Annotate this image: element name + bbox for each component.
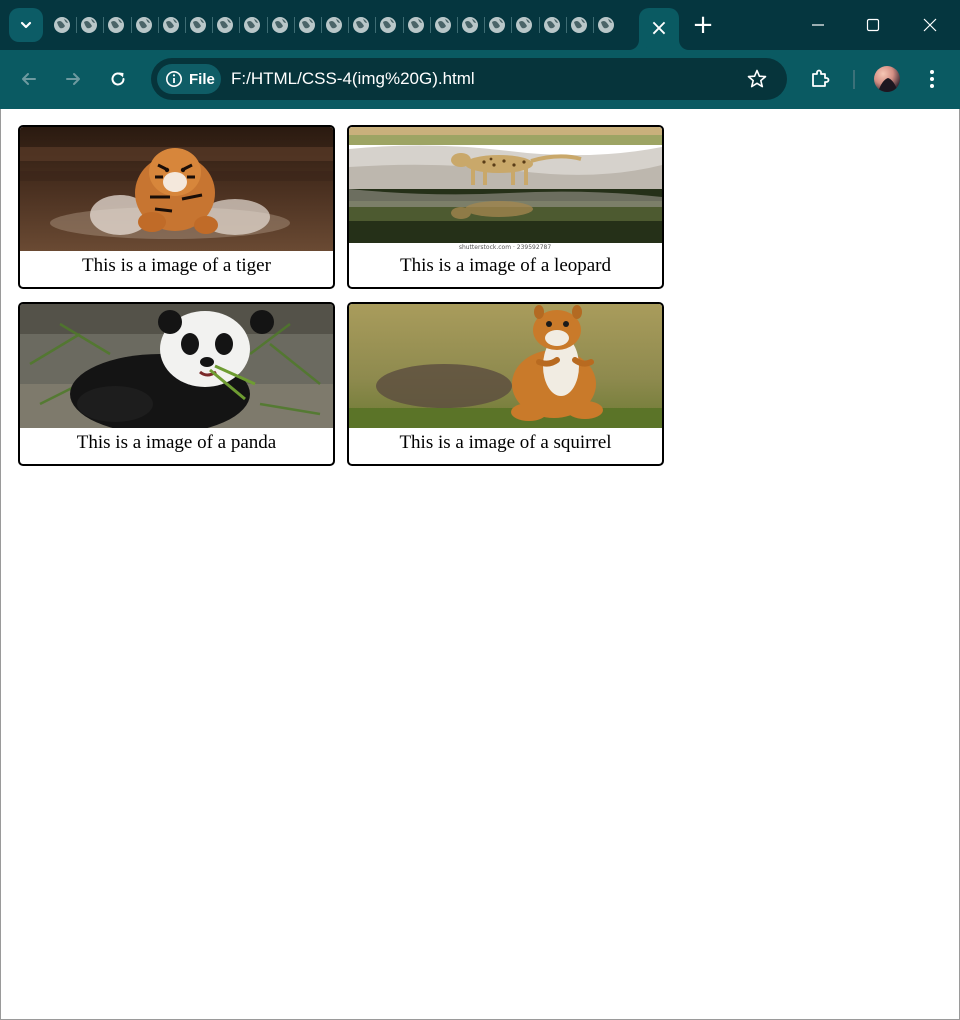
maximize-button[interactable]	[845, 0, 901, 50]
tab-separator	[538, 17, 540, 33]
plus-icon: +	[692, 10, 714, 40]
reload-button[interactable]	[101, 62, 135, 96]
active-tab[interactable]: ×	[639, 8, 679, 50]
caption-squirrel: This is a image of a squirrel	[399, 432, 612, 453]
tab-close-icon[interactable]: ×	[650, 18, 668, 40]
toolbar-separator	[853, 70, 855, 89]
menu-button[interactable]	[915, 62, 949, 96]
tab-separator	[593, 17, 594, 33]
tab-globe-icon[interactable]	[189, 16, 207, 34]
url-text[interactable]: F:/HTML/CSS-4(img%20G).html	[231, 58, 475, 100]
puzzle-icon	[812, 69, 830, 87]
tab-globe-icon[interactable]	[325, 16, 343, 34]
extensions-button[interactable]	[803, 62, 837, 96]
tab-separator	[429, 17, 431, 33]
tab-globe-icon[interactable]	[488, 16, 506, 34]
tab-separator	[457, 17, 458, 33]
tab-globe-icon[interactable]	[543, 16, 561, 34]
chevron-down-icon	[20, 21, 32, 29]
tab-globe-icon[interactable]	[407, 16, 425, 34]
tab-separator	[103, 17, 105, 33]
watermark-text: shutterstock.com · 239592787	[459, 244, 552, 251]
browser-toolbar: File F:/HTML/CSS-4(img%20G).html	[0, 50, 960, 109]
caption-tiger: This is a image of a tiger	[82, 255, 271, 276]
tab-separator	[402, 17, 404, 33]
address-bar[interactable]: File F:/HTML/CSS-4(img%20G).html	[151, 58, 787, 100]
minimize-button[interactable]	[790, 0, 846, 50]
tab-globe-icon[interactable]	[515, 16, 533, 34]
leopard-image: shutterstock.com · 239592787	[349, 127, 662, 251]
info-icon	[166, 71, 182, 87]
back-button[interactable]	[12, 62, 46, 96]
tab-globe-icon[interactable]	[379, 16, 397, 34]
tab-globe-icon[interactable]	[53, 16, 71, 34]
caption-panda: This is a image of a panda	[76, 432, 277, 453]
tab-globe-icon[interactable]	[80, 16, 98, 34]
tab-globe-icon[interactable]	[352, 16, 370, 34]
bookmark-button[interactable]	[745, 67, 769, 91]
tab-strip: × +	[0, 0, 960, 50]
tab-separator	[157, 17, 159, 33]
avatar[interactable]	[874, 66, 900, 92]
tab-separator	[239, 17, 241, 33]
tab-separator	[321, 17, 322, 33]
tab-separator	[185, 17, 186, 33]
minimize-icon	[812, 24, 824, 26]
tab-separator	[375, 17, 377, 33]
forward-button[interactable]	[56, 62, 90, 96]
tab-search-button[interactable]	[9, 8, 43, 42]
squirrel-image	[349, 304, 662, 428]
new-tab-button[interactable]: +	[688, 10, 718, 40]
kebab-menu-icon	[930, 70, 934, 88]
star-icon	[747, 69, 767, 88]
caption-leopard: This is a image of a leopard	[399, 255, 612, 276]
tab-globe-icon[interactable]	[162, 16, 180, 34]
tab-separator	[484, 17, 486, 33]
tab-globe-icon[interactable]	[135, 16, 153, 34]
tab-globe-icon[interactable]	[461, 16, 479, 34]
tab-separator	[212, 17, 214, 33]
tab-globe-icon[interactable]	[107, 16, 125, 34]
tiger-image	[20, 127, 333, 251]
page-viewport: This is a image of a tiger shutterstock.…	[0, 109, 960, 1020]
gallery-card-leopard: shutterstock.com · 239592787 This is a i…	[347, 125, 664, 289]
tab-separator	[565, 17, 567, 33]
gallery-card-panda: This is a image of a panda	[18, 302, 335, 466]
gallery-card-squirrel: This is a image of a squirrel	[347, 302, 664, 466]
tab-separator	[76, 17, 78, 33]
site-info-chip[interactable]: File	[157, 64, 221, 94]
tab-separator	[130, 17, 132, 33]
tab-globe-icon[interactable]	[271, 16, 289, 34]
gallery-card-tiger: This is a image of a tiger	[18, 125, 335, 289]
tab-separator	[511, 17, 513, 33]
arrow-right-icon	[66, 73, 80, 85]
maximize-icon	[866, 18, 880, 32]
tab-globe-icon[interactable]	[570, 16, 588, 34]
arrow-left-icon	[22, 73, 36, 85]
tab-separator	[266, 17, 268, 33]
avatar-silhouette	[878, 78, 898, 92]
tab-globe-icon[interactable]	[243, 16, 261, 34]
panda-image	[20, 304, 333, 428]
tab-globe-icon[interactable]	[434, 16, 452, 34]
reload-icon	[111, 72, 125, 86]
tab-separator	[348, 17, 350, 33]
close-icon	[923, 18, 937, 32]
tab-globe-icon[interactable]	[597, 16, 615, 34]
tab-globe-icon[interactable]	[216, 16, 234, 34]
tab-globe-icon[interactable]	[298, 16, 316, 34]
tab-separator	[293, 17, 295, 33]
close-window-button[interactable]	[902, 0, 958, 50]
site-info-label: File	[189, 70, 215, 88]
